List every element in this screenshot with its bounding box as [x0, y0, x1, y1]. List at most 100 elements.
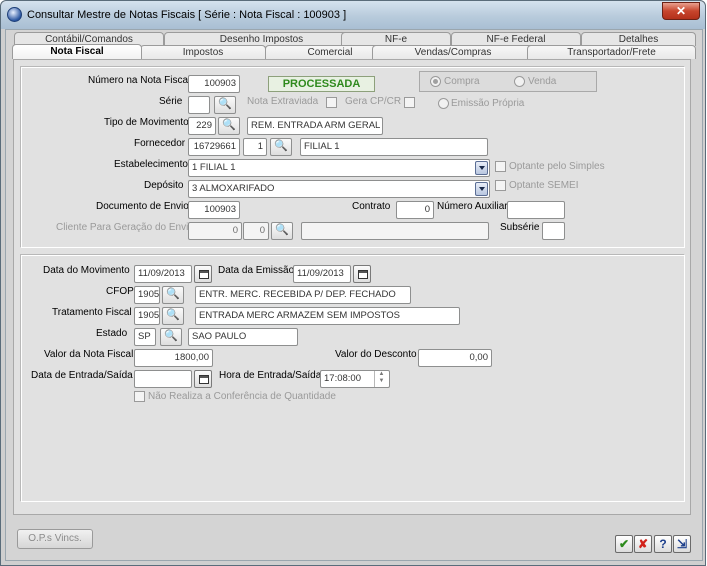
tab-vendas-compras[interactable]: Vendas/Compras	[372, 45, 534, 59]
venda-label: Venda	[528, 76, 557, 87]
chevron-down-icon[interactable]	[475, 161, 488, 175]
data-movimento-field[interactable]: 11/09/2013	[134, 265, 192, 283]
deposito-select[interactable]: 3 ALMOXARIFADO	[188, 180, 490, 198]
time-spinner[interactable]: ▲ ▼	[374, 371, 388, 387]
estabelecimento-label: Estabelecimento	[114, 159, 188, 170]
contrato-field[interactable]: 0	[396, 201, 434, 219]
gera-cpcr-label: Gera CP/CR	[345, 96, 402, 107]
serie-search-icon[interactable]: 🔍	[214, 96, 236, 114]
tratamento-search-icon[interactable]: 🔍	[162, 307, 184, 325]
estado-search-icon[interactable]: 🔍	[160, 328, 182, 346]
cliente-search-icon[interactable]: 🔍	[271, 222, 293, 240]
numero-auxiliar-field[interactable]	[507, 201, 565, 219]
serie-field[interactable]	[188, 96, 210, 114]
deposito-label: Depósito	[144, 180, 184, 191]
tipo-movimento-desc[interactable]: REM. ENTRADA ARM GERAL NF	[247, 117, 383, 135]
tipo-movimento-code[interactable]: 229	[188, 117, 216, 135]
calendar-icon[interactable]	[194, 370, 212, 388]
optante-simples-checkbox[interactable]	[495, 161, 506, 172]
deposito-value: 3 ALMOXARIFADO	[192, 183, 275, 194]
ops-vincs-button[interactable]: O.P.s Vincs.	[17, 529, 93, 549]
data-emissao-label: Data da Emissão	[218, 265, 295, 276]
optante-semei-checkbox[interactable]	[495, 180, 506, 191]
optante-simples-label: Optante pelo Simples	[509, 161, 605, 172]
valor-desconto-label: Valor do Desconto	[335, 349, 417, 360]
data-movimento-label: Data do Movimento	[43, 265, 130, 276]
doc-envio-label: Documento de Envio	[96, 201, 189, 212]
tab-nota-fiscal[interactable]: Nota Fiscal	[12, 44, 142, 59]
compra-radio[interactable]	[430, 76, 441, 87]
contrato-label: Contrato	[352, 201, 391, 212]
numero-label: Número na Nota Fiscal	[88, 75, 191, 86]
emissao-propria-radio[interactable]	[438, 98, 449, 109]
calendar-icon[interactable]	[194, 265, 212, 283]
data-es-field[interactable]	[134, 370, 192, 388]
nota-fiscal-panel: Número na Nota Fiscal 100903 PROCESSADA …	[13, 59, 691, 515]
tab-desenho-impostos[interactable]: Desenho Impostos	[164, 32, 359, 46]
fornecedor-code[interactable]: 16729661	[188, 138, 240, 156]
tab-impostos[interactable]: Impostos	[140, 45, 266, 59]
cfop-code[interactable]: 1905	[134, 286, 160, 304]
cliente-seq[interactable]: 0	[243, 222, 269, 240]
app-icon	[7, 7, 22, 22]
tab-nfe-federal[interactable]: NF-e Federal	[451, 32, 581, 46]
nao-realiza-checkbox[interactable]	[134, 391, 145, 402]
fornecedor-label: Fornecedor	[134, 138, 186, 149]
serie-label: Série	[159, 96, 183, 107]
optante-semei-label: Optante SEMEI	[509, 180, 579, 191]
numero-auxiliar-label: Número Auxiliar	[437, 201, 508, 212]
ok-button[interactable]: ✔	[615, 535, 633, 553]
tratamento-code[interactable]: 1905	[134, 307, 160, 325]
chevron-down-icon[interactable]	[475, 182, 488, 196]
data-emissao-field[interactable]: 11/09/2013	[293, 265, 351, 283]
nota-extraviada-checkbox[interactable]	[326, 97, 337, 108]
valor-nf-field[interactable]: 1800,00	[134, 349, 213, 367]
help-button[interactable]: ?	[654, 535, 672, 553]
cfop-label: CFOP	[106, 286, 134, 297]
tab-detalhes[interactable]: Detalhes	[581, 32, 696, 46]
header-group	[20, 66, 685, 248]
cfop-desc[interactable]: ENTR. MERC. RECEBIDA P/ DEP. FECHADO	[195, 286, 411, 304]
estado-code[interactable]: SP	[134, 328, 156, 346]
subserie-label: Subsérie	[500, 222, 540, 233]
close-button[interactable]: ✕	[662, 2, 700, 20]
valor-desconto-field[interactable]: 0,00	[418, 349, 492, 367]
calendar-icon[interactable]	[353, 265, 371, 283]
data-es-label: Data de Entrada/Saída	[31, 370, 133, 381]
cancel-button[interactable]: ✘	[634, 535, 652, 553]
venda-radio[interactable]	[514, 76, 525, 87]
nao-realiza-label: Não Realiza a Conferência de Quantidade	[148, 391, 336, 402]
cliente-code[interactable]: 0	[188, 222, 242, 240]
cfop-search-icon[interactable]: 🔍	[162, 286, 184, 304]
emissao-propria-label: Emissão Própria	[451, 98, 525, 109]
title-bar[interactable]: Consultar Mestre de Notas Fiscais [ Séri…	[1, 1, 705, 29]
hora-es-label: Hora de Entrada/Saída	[219, 370, 322, 381]
exit-button[interactable]: ⇲	[673, 535, 691, 553]
tab-transportador-frete[interactable]: Transportador/Frete	[527, 45, 696, 59]
fornecedor-name[interactable]: FILIAL 1	[300, 138, 488, 156]
nota-extraviada-label: Nota Extraviada	[247, 96, 319, 107]
doc-envio-field[interactable]: 100903	[188, 201, 240, 219]
tratamento-fiscal-label: Tratamento Fiscal	[52, 307, 132, 318]
hora-es-value: 17:08:00	[324, 373, 361, 384]
fornecedor-search-icon[interactable]: 🔍	[270, 138, 292, 156]
compra-label: Compra	[444, 76, 480, 87]
tipo-movimento-label: Tipo de Movimento	[104, 117, 189, 128]
cliente-label: Cliente Para Geração do Envio	[56, 222, 194, 233]
main-window: Consultar Mestre de Notas Fiscais [ Séri…	[0, 0, 706, 566]
numero-field[interactable]: 100903	[188, 75, 240, 93]
status-badge: PROCESSADA	[268, 76, 375, 92]
subserie-field[interactable]	[542, 222, 565, 240]
tab-nfe[interactable]: NF-e	[341, 32, 451, 46]
estabelecimento-value: 1 FILIAL 1	[192, 162, 236, 173]
estabelecimento-select[interactable]: 1 FILIAL 1	[188, 159, 490, 177]
estado-label: Estado	[96, 328, 128, 339]
cliente-name[interactable]	[301, 222, 489, 240]
gera-cpcr-checkbox[interactable]	[404, 97, 415, 108]
tratamento-desc[interactable]: ENTRADA MERC ARMAZEM SEM IMPOSTOS	[195, 307, 460, 325]
estado-name[interactable]: SAO PAULO	[188, 328, 298, 346]
fornecedor-seq[interactable]: 1	[243, 138, 267, 156]
window-title: Consultar Mestre de Notas Fiscais [ Séri…	[27, 9, 347, 21]
tipo-search-icon[interactable]: 🔍	[218, 117, 240, 135]
hora-es-field[interactable]: 17:08:00 ▲ ▼	[320, 370, 390, 388]
